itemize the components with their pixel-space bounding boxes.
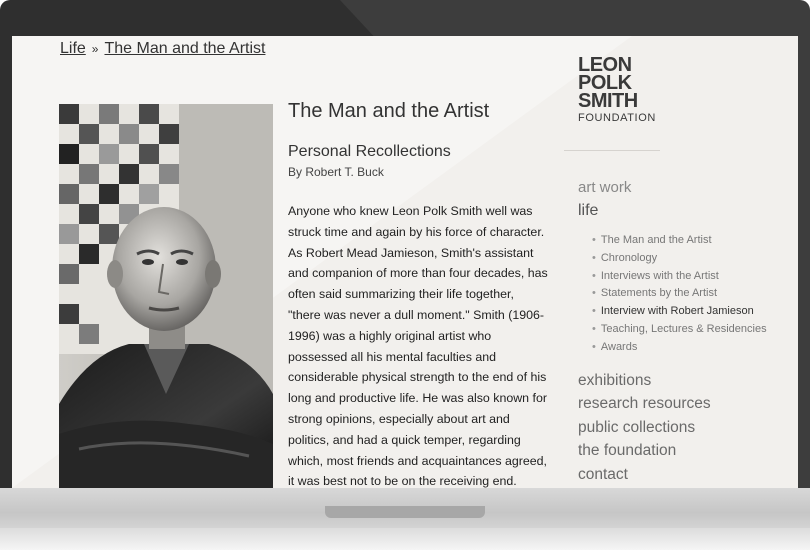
subnav-item-man-and-artist[interactable]: • The Man and the Artist <box>592 232 767 250</box>
logo-line-3: SMITH <box>578 90 638 112</box>
subnav-item-jamieson-interview[interactable]: • Interview with Robert Jamieson <box>592 303 767 321</box>
logo-line-4: FOUNDATION <box>578 112 656 124</box>
sidebar-nav: art work life • The Man and the Artist • C… <box>578 176 767 486</box>
sidebar-divider <box>564 150 660 151</box>
laptop-notch <box>325 506 485 518</box>
nav-item-exhibitions[interactable]: exhibitions <box>578 369 767 393</box>
breadcrumb-separator: » <box>91 42 99 56</box>
breadcrumb-link-life[interactable]: Life <box>60 40 86 57</box>
nav-item-research-resources[interactable]: research resources <box>578 392 767 416</box>
subnav-item-interviews[interactable]: • Interviews with the Artist <box>592 268 767 286</box>
browser-page: Life » The Man and the Artist The Man and… <box>12 36 798 488</box>
breadcrumb: Life » The Man and the Artist <box>60 40 265 58</box>
artist-portrait-image <box>59 104 273 488</box>
life-subnav: • The Man and the Artist • Chronology • Int… <box>578 232 767 357</box>
nav-bottom-group: exhibitions research resources public co… <box>578 369 767 487</box>
subnav-item-statements[interactable]: • Statements by the Artist <box>592 285 767 303</box>
nav-item-art-work[interactable]: art work <box>578 176 767 199</box>
article-subtitle: Personal Recollections <box>288 143 451 160</box>
subnav-item-awards[interactable]: • Awards <box>592 339 767 357</box>
laptop-base-shadow <box>0 528 810 550</box>
portrait-photo-graphic <box>59 104 273 488</box>
article-byline: By Robert T. Buck <box>288 165 384 179</box>
subnav-item-teaching[interactable]: • Teaching, Lectures & Residencies <box>592 321 767 339</box>
breadcrumb-link-current[interactable]: The Man and the Artist <box>104 40 265 57</box>
nav-item-public-collections[interactable]: public collections <box>578 416 767 440</box>
nav-item-life[interactable]: life <box>578 199 767 222</box>
article-body: Anyone who knew Leon Polk Smith well was… <box>288 204 548 488</box>
nav-item-the-foundation[interactable]: the foundation <box>578 439 767 463</box>
foundation-logo[interactable]: LEON POLK SMITH FOUNDATION <box>578 55 656 124</box>
article-title: The Man and the Artist <box>288 100 490 122</box>
article: The Man and the Artist Personal Recollec… <box>288 100 548 488</box>
nav-item-contact[interactable]: contact <box>578 463 767 487</box>
subnav-item-chronology[interactable]: • Chronology <box>592 250 767 268</box>
